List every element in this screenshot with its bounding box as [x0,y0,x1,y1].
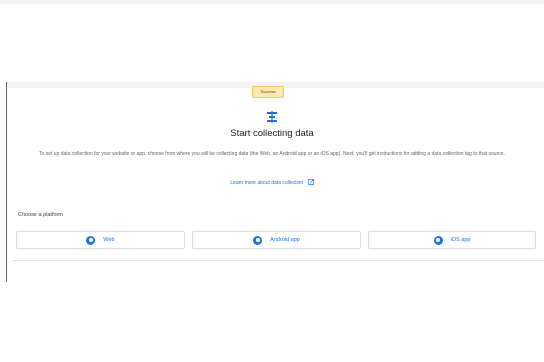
success-toast: Success [252,86,284,98]
web-platform-label: Web [103,237,115,243]
learn-more-link[interactable]: Learn more about data collection [0,179,544,186]
android-icon [253,235,263,245]
page-description: To set up data collection for your websi… [39,151,505,157]
ios-platform-label: iOS app [450,237,471,243]
android-platform-button[interactable]: Android app [192,231,361,249]
choose-platform-label: Choose a platform [18,212,63,218]
ios-icon [433,235,443,245]
page-title: Start collecting data [230,128,314,139]
data-streams-icon [267,111,277,123]
learn-more-label: Learn more about data collection [230,180,304,186]
android-platform-label: Android app [270,237,300,243]
ios-platform-button[interactable]: iOS app [368,231,536,249]
web-icon [86,235,96,245]
intro-card [12,88,544,207]
open-in-new-icon [307,179,314,185]
top-strip [0,0,544,4]
web-platform-button[interactable]: Web [16,231,185,249]
